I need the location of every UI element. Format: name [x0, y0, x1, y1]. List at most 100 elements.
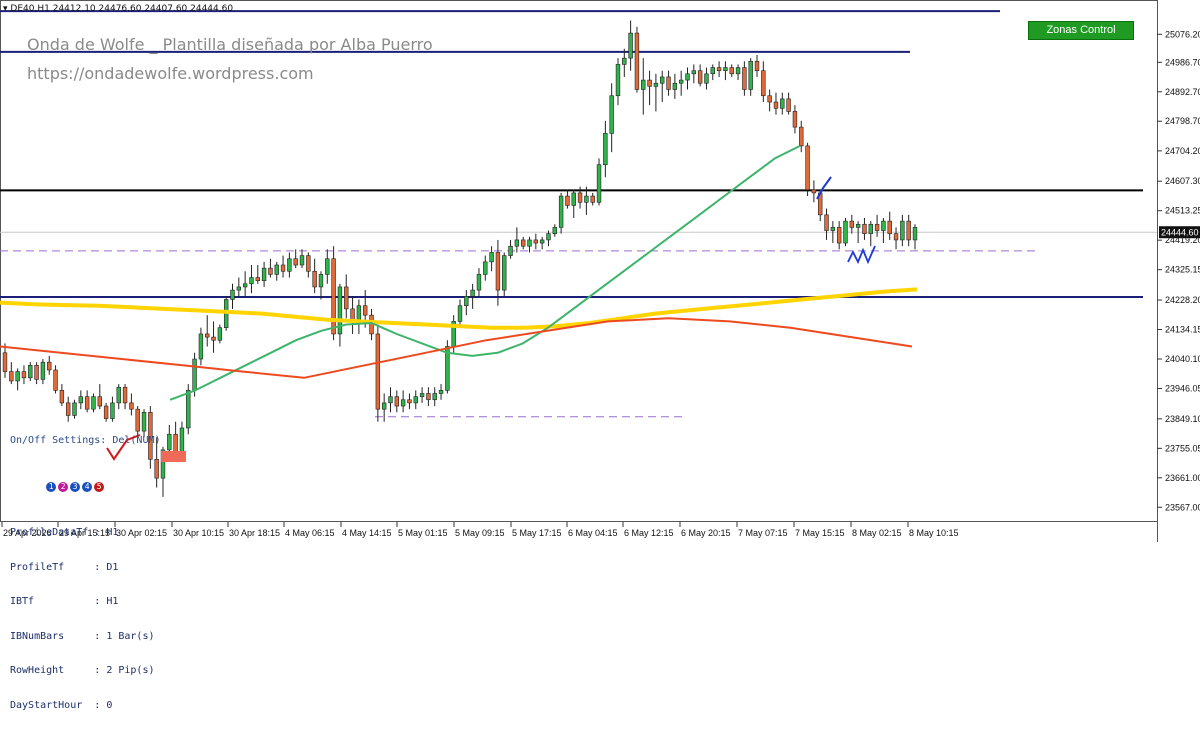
candle-body [748, 60, 753, 90]
candle-body [653, 82, 659, 87]
candle-body [603, 133, 608, 166]
candle-body [457, 305, 463, 322]
candle-body [735, 67, 741, 75]
candle-body [173, 433, 178, 454]
candle-body [767, 95, 772, 103]
y-tick-label: 23946.05 [1165, 383, 1200, 393]
candle-body [78, 396, 84, 404]
candle-body [331, 258, 336, 335]
candle-body [697, 70, 703, 84]
candle-body [129, 402, 134, 410]
candle-body [723, 67, 728, 71]
candle-body [729, 67, 734, 75]
x-tick-label: 8 May 10:15 [909, 528, 959, 538]
candle-body [211, 336, 216, 341]
x-tick-label: 7 May 07:15 [738, 528, 788, 538]
watermark-url: https://ondadewolfe.wordpress.com [27, 64, 314, 83]
header-dropdown-icon[interactable]: ▾ [3, 4, 8, 14]
candle-body [122, 386, 128, 404]
zonas-control-button[interactable]: Zonas Control [1028, 21, 1134, 40]
candle-body [546, 233, 551, 241]
candle-body [28, 364, 33, 379]
ohlc-readout: 24412.10 24476.60 24407.60 24444.60 [52, 4, 234, 14]
candle-body [786, 98, 791, 112]
y-tick-label: 24607.30 [1165, 176, 1200, 186]
candle-body [15, 371, 20, 382]
candle-body [893, 233, 899, 241]
candle-body [344, 286, 349, 310]
candle-body [306, 255, 311, 272]
candle-body [666, 76, 671, 90]
candle-body [685, 73, 690, 81]
candle-body [363, 305, 368, 316]
candle-body [59, 390, 65, 404]
profile-toggle-4[interactable]: 4 [82, 482, 93, 492]
candle-body [868, 223, 873, 234]
x-tick-label: 30 Apr 18:15 [229, 528, 280, 538]
candle-body [824, 214, 829, 231]
candle-body [843, 220, 848, 244]
profile-toggle-1[interactable]: 1 [46, 482, 57, 492]
candle-body [502, 255, 507, 291]
volume-profile-marker [161, 451, 186, 462]
candle-body [47, 361, 52, 371]
candle-body [527, 239, 532, 247]
candle-body [432, 393, 437, 401]
x-tick-label: 4 May 06:15 [285, 528, 335, 538]
profile-setting-line: ProfileTf : D1 [10, 561, 119, 573]
candle-body [900, 220, 905, 241]
candle-body [887, 220, 892, 234]
candle-body [274, 264, 279, 275]
candle-body [407, 399, 412, 404]
candle-body [830, 227, 836, 231]
candle-body [520, 239, 526, 247]
profile-toggle-5[interactable]: 5 [94, 482, 105, 492]
candle-body [2, 352, 8, 372]
candle-body [609, 95, 614, 134]
profile-setting-line: ProfileDataTf : H1 [10, 527, 119, 538]
y-tick-label: 24892.70 [1165, 87, 1200, 97]
y-tick-label: 23567.00 [1165, 502, 1200, 512]
y-tick-label: 24228.20 [1165, 295, 1200, 305]
profile-setting-line: DayStartHour : 0 [10, 699, 113, 711]
candle-body [691, 70, 697, 75]
candle-body [312, 270, 317, 288]
candle-body [792, 111, 798, 128]
candle-body [318, 274, 324, 288]
candle-body [596, 164, 602, 203]
candle-body [413, 396, 418, 404]
candle-body [660, 76, 665, 84]
candle-body [571, 192, 576, 206]
candle-body [811, 189, 817, 194]
y-tick-label: 23661.00 [1165, 473, 1200, 483]
candle-body [400, 399, 406, 407]
candle-body [249, 277, 254, 285]
profile-toggle-3[interactable]: 3 [70, 482, 81, 492]
candle-body [881, 220, 886, 231]
candle-body [849, 220, 855, 228]
chart-container: 25076.20 24986.70 24892.70 24798.70 24704.20… [0, 0, 1200, 711]
candle-body [584, 195, 589, 203]
candle-body [186, 390, 191, 429]
candle-body [40, 361, 46, 380]
candle-body [381, 402, 387, 410]
y-tick-label: 23755.05 [1165, 443, 1200, 453]
candle-body [116, 386, 121, 404]
x-tick-label: 5 May 09:15 [455, 528, 505, 538]
candle-body [539, 239, 545, 244]
candle-body [236, 286, 242, 291]
candle-body [426, 393, 431, 401]
x-tick-label: 6 May 04:15 [568, 528, 618, 538]
candle-body [704, 73, 709, 84]
x-tick-label: 5 May 01:15 [398, 528, 448, 538]
profile-toggle-2[interactable]: 2 [58, 482, 69, 492]
candle-body [590, 195, 595, 203]
candle-body [533, 239, 539, 244]
y-tick-label: 24704.20 [1165, 146, 1200, 156]
profile-toggle-buttons: 12345 [10, 470, 161, 505]
x-tick-label: 7 May 15:15 [795, 528, 845, 538]
candle-body [906, 220, 911, 241]
x-tick-label: 6 May 12:15 [624, 528, 674, 538]
candle-body [912, 227, 918, 241]
current-price-label: 24444.60 [1161, 228, 1199, 238]
